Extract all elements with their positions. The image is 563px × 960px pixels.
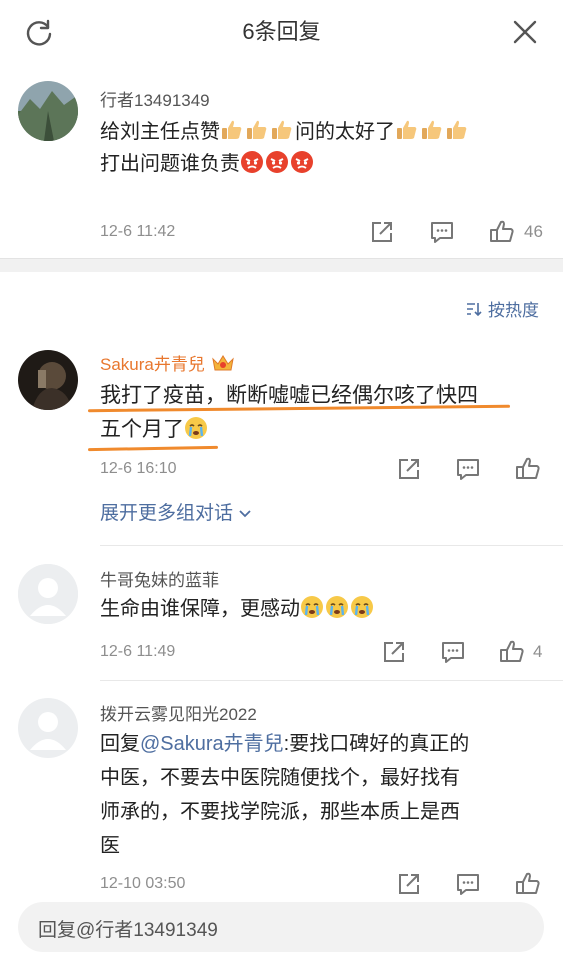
timestamp: 12-6 11:42 [100, 223, 176, 240]
avatar[interactable] [18, 350, 78, 410]
crying-face-icon [351, 596, 373, 618]
comment-text-part: 给刘主任点赞 [100, 121, 220, 143]
angry-face-icon [241, 151, 263, 173]
expand-label: 展开更多组对话 [100, 503, 234, 524]
thumbs-up-icon [422, 120, 442, 139]
comment-text-line: 生命由谁保障，更感动 [100, 598, 300, 620]
crying-face-icon [185, 417, 207, 439]
reply-prefix: 回复 [100, 733, 140, 755]
reply-input[interactable]: 回复@行者13491349 [18, 902, 544, 952]
reply-input-placeholder: 回复@行者13491349 [38, 920, 218, 941]
mention-link[interactable]: @Sakura卉青兒 [140, 733, 284, 755]
close-icon[interactable] [511, 18, 539, 46]
share-icon[interactable] [380, 638, 408, 666]
comment-text: 给刘主任点赞 问的太好了 打出问题谁负责 [100, 116, 540, 180]
avatar[interactable] [18, 564, 78, 624]
username[interactable]: Sakura卉青兒 [100, 350, 235, 375]
share-icon[interactable] [395, 870, 423, 898]
username[interactable]: 行者13491349 [100, 86, 210, 111]
thumbs-up-icon [447, 120, 467, 139]
timestamp: 12-6 11:49 [100, 643, 176, 660]
like-count: 4 [533, 642, 543, 661]
comment-text-line: :要找口碑好的真正的 [283, 733, 470, 755]
separator [100, 545, 563, 546]
avatar[interactable] [18, 698, 78, 758]
avatar[interactable] [18, 81, 78, 141]
sort-by-hot-button[interactable]: 按热度 [464, 296, 539, 321]
username[interactable]: 拨开云雾见阳光2022 [100, 700, 257, 725]
timestamp: 12-6 16:10 [100, 460, 177, 477]
comment-text-line: 五个月了 [100, 418, 184, 441]
share-icon[interactable] [395, 455, 423, 483]
thumbs-up-icon [247, 120, 267, 139]
like-icon[interactable] [488, 218, 516, 246]
crying-face-icon [326, 596, 348, 618]
comment-text-line: 医 [100, 835, 120, 857]
comment-text-line: 我打了疫苗，断断嘘嘘已经偶尔咳了快四 [100, 384, 478, 407]
main-comment: 行者13491349 给刘主任点赞 问的太好了 打出问题谁负责 12-6 11:4… [0, 64, 563, 258]
sort-icon [467, 302, 482, 316]
crying-face-icon [301, 596, 323, 618]
username-text: Sakura卉青兒 [100, 355, 205, 374]
chevron-down-icon [239, 510, 251, 518]
comment-text-line: 师承的，不要找学院派，那些本质上是西 [100, 801, 460, 823]
comment-icon[interactable] [454, 870, 482, 898]
angry-face-icon [266, 151, 288, 173]
like-icon[interactable] [514, 870, 542, 898]
separator [100, 680, 563, 681]
comment-icon[interactable] [454, 455, 482, 483]
username[interactable]: 牛哥兔妹的蓝菲 [100, 566, 219, 591]
thumbs-up-icon [222, 120, 242, 139]
vip-crown-icon [212, 354, 234, 370]
comment-text: 我打了疫苗，断断嘘嘘已经偶尔咳了快四 五个月了 [100, 379, 540, 447]
like-icon[interactable] [514, 455, 542, 483]
comment-text: 回复@Sakura卉青兒:要找口碑好的真正的 中医，不要去中医院随便找个，最好找… [100, 727, 545, 863]
thumbs-up-icon [397, 120, 417, 139]
expand-more-conversations-link[interactable]: 展开更多组对话 [100, 498, 252, 525]
dialog-title: 6条回复 [242, 19, 321, 44]
like-count: 46 [524, 222, 543, 241]
dialog-header: 6条回复 [0, 0, 563, 64]
comment-icon[interactable] [428, 218, 456, 246]
section-divider [0, 258, 563, 272]
angry-face-icon [291, 151, 313, 173]
like-icon[interactable] [498, 638, 526, 666]
comment-icon[interactable] [439, 638, 467, 666]
timestamp: 12-10 03:50 [100, 875, 186, 892]
comment-text-line: 中医，不要去中医院随便找个，最好找有 [100, 767, 460, 789]
share-icon[interactable] [368, 218, 396, 246]
thumbs-up-icon [272, 120, 292, 139]
comment-text-part: 问的太好了 [295, 121, 395, 143]
sort-label: 按热度 [488, 301, 539, 320]
comment-text: 生命由谁保障，更感动 [100, 593, 540, 625]
comment-text-part: 打出问题谁负责 [100, 153, 240, 175]
